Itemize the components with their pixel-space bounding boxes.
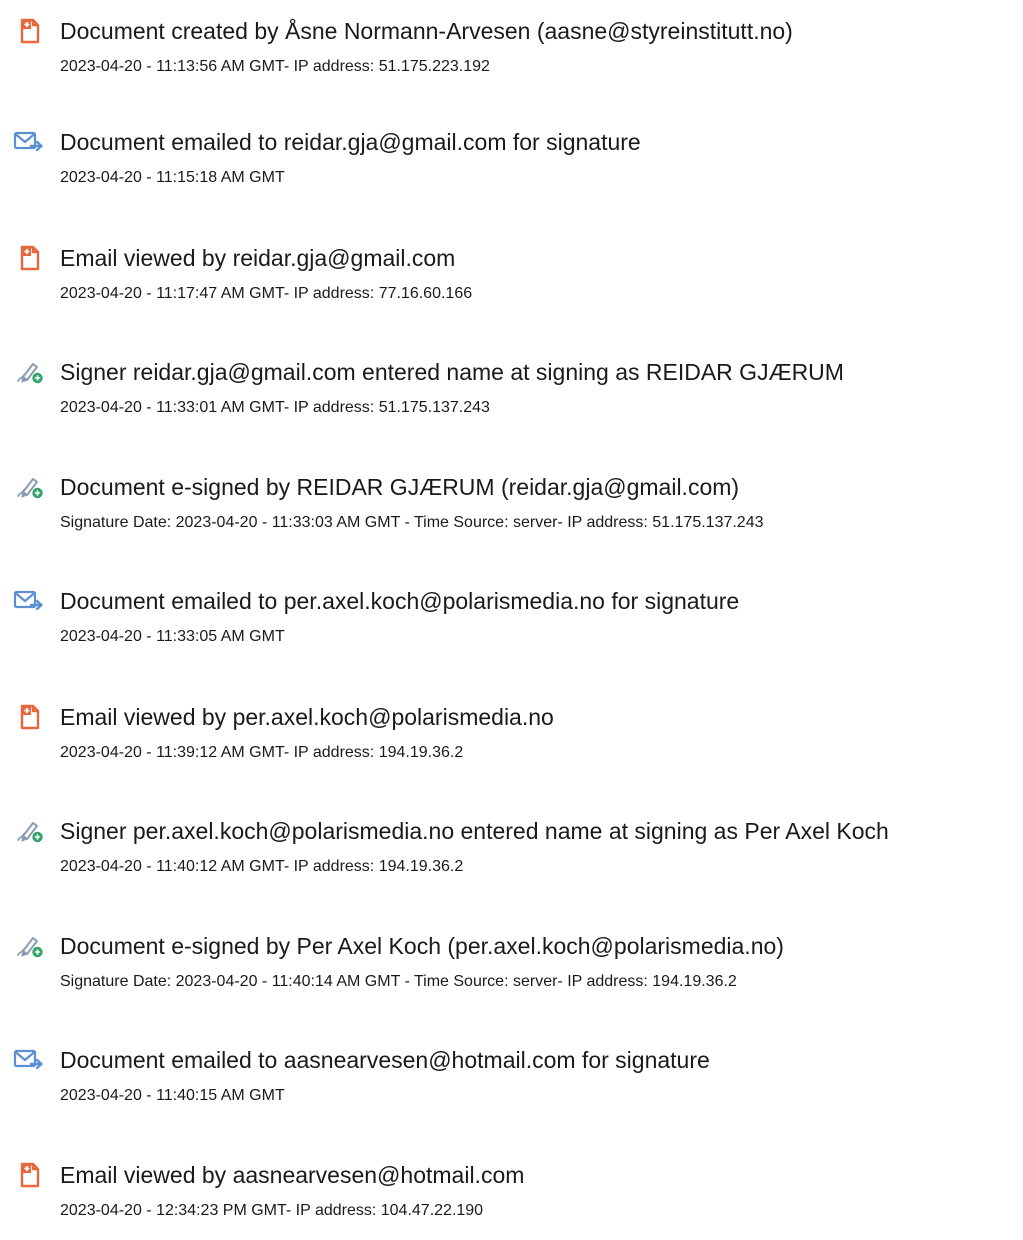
audit-event: Email viewed by per.axel.koch@polarismed… [0, 702, 1023, 782]
audit-event: Signer reidar.gja@gmail.com entered name… [0, 357, 1023, 437]
event-timestamp: 2023-04-20 - 11:33:05 AM GMT [60, 628, 285, 645]
signature-pen-icon [12, 472, 46, 502]
audit-event: Email viewed by reidar.gja@gmail.com 202… [0, 243, 1023, 323]
audit-event: Signer per.axel.koch@polarismedia.no ent… [0, 816, 1023, 896]
document-icon [12, 1160, 46, 1190]
event-title: Document created by Åsne Normann-Arvesen… [60, 18, 793, 44]
event-title: Email viewed by per.axel.koch@polarismed… [60, 704, 554, 730]
event-title: Document e-signed by REIDAR GJÆRUM (reid… [60, 474, 740, 500]
audit-event: Document emailed to per.axel.koch@polari… [0, 586, 1023, 666]
signature-pen-icon [12, 816, 46, 846]
event-timestamp: 2023-04-20 - 11:40:12 AM GMT- IP address… [60, 858, 464, 875]
audit-event: Document e-signed by Per Axel Koch (per.… [0, 931, 1023, 1011]
email-sent-icon [12, 127, 46, 157]
audit-trail-list: Document created by Åsne Normann-Arvesen… [0, 0, 1023, 1226]
event-title: Document emailed to per.axel.koch@polari… [60, 588, 740, 614]
document-icon [12, 16, 46, 46]
event-title: Email viewed by reidar.gja@gmail.com [60, 245, 456, 271]
audit-event: Document created by Åsne Normann-Arvesen… [0, 16, 1023, 96]
event-title: Document e-signed by Per Axel Koch (per.… [60, 933, 784, 959]
event-title: Document emailed to reidar.gja@gmail.com… [60, 129, 641, 155]
audit-event: Document e-signed by REIDAR GJÆRUM (reid… [0, 472, 1023, 552]
event-title: Signer reidar.gja@gmail.com entered name… [60, 359, 844, 385]
email-sent-icon [12, 586, 46, 616]
event-title: Signer per.axel.koch@polarismedia.no ent… [60, 818, 889, 844]
audit-event: Email viewed by aasnearvesen@hotmail.com… [0, 1160, 1023, 1240]
event-timestamp: 2023-04-20 - 11:33:01 AM GMT- IP address… [60, 399, 490, 416]
event-timestamp: 2023-04-20 - 11:40:15 AM GMT [60, 1087, 285, 1104]
document-icon [12, 702, 46, 732]
signature-pen-icon [12, 357, 46, 387]
event-timestamp: 2023-04-20 - 11:39:12 AM GMT- IP address… [60, 744, 464, 761]
signature-pen-icon [12, 931, 46, 961]
event-timestamp: 2023-04-20 - 11:13:56 AM GMT- IP address… [60, 58, 490, 75]
email-sent-icon [12, 1045, 46, 1075]
event-timestamp: Signature Date: 2023-04-20 - 11:33:03 AM… [60, 514, 764, 531]
event-title: Document emailed to aasnearvesen@hotmail… [60, 1047, 710, 1073]
event-timestamp: 2023-04-20 - 11:15:18 AM GMT [60, 169, 285, 186]
document-icon [12, 243, 46, 273]
event-timestamp: 2023-04-20 - 11:17:47 AM GMT- IP address… [60, 285, 473, 302]
event-timestamp: 2023-04-20 - 12:34:23 PM GMT- IP address… [60, 1202, 484, 1219]
event-timestamp: Signature Date: 2023-04-20 - 11:40:14 AM… [60, 973, 737, 990]
audit-event: Document emailed to aasnearvesen@hotmail… [0, 1045, 1023, 1125]
audit-event: Document emailed to reidar.gja@gmail.com… [0, 127, 1023, 207]
event-title: Email viewed by aasnearvesen@hotmail.com [60, 1162, 525, 1188]
